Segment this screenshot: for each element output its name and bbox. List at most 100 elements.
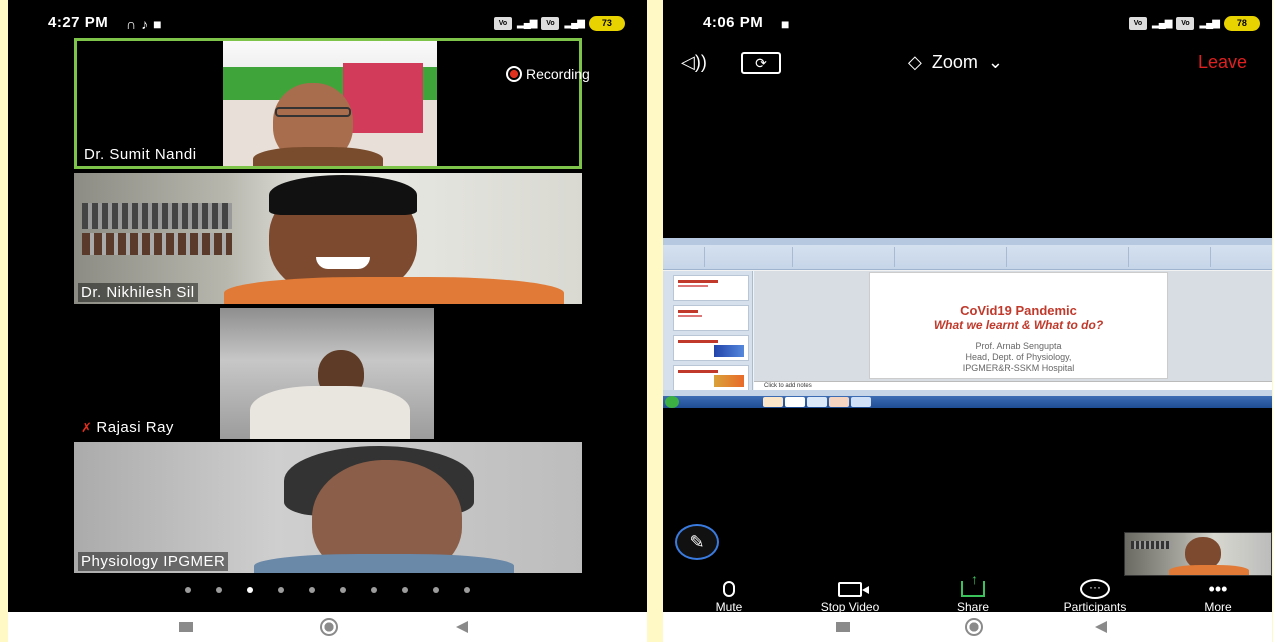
back-button[interactable]	[1081, 612, 1121, 642]
android-nav-bar	[8, 612, 647, 642]
slide-thumbnail	[673, 335, 749, 361]
participants-button[interactable]: ··· Participants	[1043, 578, 1147, 614]
slide-thumbnail	[673, 305, 749, 331]
slide-thumbnail	[673, 365, 749, 391]
status-time: 4:27 PM	[48, 14, 109, 31]
video-tile[interactable]: ✗ Rajasi Ray	[74, 308, 582, 439]
tiktok-icon: ♪	[141, 16, 149, 32]
taskbar-item	[785, 397, 805, 407]
speaker-icon[interactable]: ◁))	[681, 52, 707, 73]
recents-icon	[836, 622, 850, 632]
current-slide: CoVid19 Pandemic What we learnt & What t…	[869, 272, 1168, 379]
participant-video	[223, 41, 437, 166]
recording-icon	[506, 66, 522, 82]
more-button[interactable]: ••• More	[1193, 578, 1243, 615]
video-camera-icon: ■	[781, 16, 790, 32]
video-tile[interactable]: Dr. Nikhilesh Sil	[74, 173, 582, 304]
video-camera-icon	[838, 581, 869, 597]
status-bar: 4:27 PM ∩ ♪ ■ Vo ▂▄▆ Vo ▂▄▆ 73	[8, 10, 647, 36]
recording-indicator: Recording	[506, 66, 590, 82]
slide-hospital: IPGMER&R-SSKM Hospital	[962, 363, 1075, 373]
leave-button[interactable]: Leave	[1198, 52, 1247, 73]
left-phone-screen: 4:27 PM ∩ ♪ ■ Vo ▂▄▆ Vo ▂▄▆ 73 Dr. Sumit…	[8, 0, 647, 642]
meeting-header: ◁)) ⟳ ◇ Zoom ⌄ Leave	[663, 50, 1272, 78]
video-tile[interactable]: Physiology IPGMER	[74, 442, 582, 573]
video-tile[interactable]: Dr. Sumit Nandi	[74, 38, 582, 169]
signal-icon: ▂▄▆	[1199, 18, 1219, 29]
volte-icon: Vo	[1176, 17, 1195, 30]
taskbar-item	[807, 397, 827, 407]
windows-taskbar	[663, 396, 1272, 408]
headphones-icon: ∩	[126, 16, 137, 32]
page-dot[interactable]	[185, 587, 191, 593]
slide-subtitle: What we learnt & What to do?	[933, 318, 1104, 332]
slide-notes: Click to add notes	[754, 381, 1272, 390]
stop-video-button[interactable]: Stop Video	[803, 578, 897, 614]
volte-icon: Vo	[1129, 17, 1147, 30]
share-button[interactable]: ↑ Share	[943, 571, 1003, 614]
participant-name: Physiology IPGMER	[78, 552, 229, 571]
signal-icon: ▂▄▆	[1152, 18, 1172, 29]
app-title: Zoom	[931, 52, 978, 72]
home-icon	[320, 618, 338, 636]
chevron-down-icon: ⌄	[987, 52, 1003, 72]
recents-button[interactable]	[823, 612, 863, 642]
shared-screen: CoVid19 Pandemic What we learnt & What t…	[663, 238, 1272, 408]
taskbar-item	[851, 397, 871, 407]
page-indicator[interactable]	[8, 587, 647, 593]
back-button[interactable]	[442, 612, 482, 642]
slide-thumbnails	[663, 271, 753, 391]
participant-name: Dr. Sumit Nandi	[81, 145, 200, 164]
status-bar: 4:06 PM ■ Vo ▂▄▆ Vo ▂▄▆ 78	[663, 10, 1272, 36]
mute-button[interactable]: Mute	[699, 578, 759, 614]
back-icon	[1095, 621, 1107, 633]
page-dot[interactable]	[464, 587, 470, 593]
slide-thumbnail	[673, 275, 749, 301]
recents-icon	[179, 622, 193, 632]
android-nav-bar	[663, 612, 1272, 642]
page-dot[interactable]	[433, 587, 439, 593]
share-icon: ↑	[961, 571, 985, 597]
participant-video	[220, 308, 434, 439]
video-camera-icon: ■	[153, 16, 162, 32]
self-video-thumbnail[interactable]	[1124, 532, 1272, 576]
signal-icon: ▂▄▆	[517, 18, 537, 29]
volte-icon: Vo	[541, 17, 560, 30]
more-dots-icon: •••	[1208, 578, 1228, 599]
signal-icon: ▂▄▆	[564, 18, 584, 29]
home-button[interactable]	[954, 612, 994, 642]
meeting-info[interactable]: ◇ Zoom ⌄	[908, 52, 1003, 73]
slide-title: CoVid19 Pandemic	[960, 303, 1077, 318]
microphone-icon	[723, 581, 735, 597]
participant-name: ✗ Rajasi Ray	[78, 418, 177, 437]
page-dot[interactable]	[309, 587, 315, 593]
recents-button[interactable]	[166, 612, 206, 642]
annotate-pen-button[interactable]: ✎	[675, 524, 719, 560]
meeting-toolbar: Mute Stop Video ↑ Share ··· Participants…	[663, 571, 1272, 615]
mic-muted-icon: ✗	[81, 420, 93, 435]
page-dot[interactable]	[247, 587, 253, 593]
shield-icon: ◇	[908, 52, 922, 72]
back-icon	[456, 621, 468, 633]
taskbar-item	[763, 397, 783, 407]
participant-name: Dr. Nikhilesh Sil	[78, 283, 198, 302]
slide-author: Prof. Arnab Sengupta	[975, 341, 1062, 351]
slide-canvas: CoVid19 Pandemic What we learnt & What t…	[754, 271, 1272, 381]
page-dot[interactable]	[278, 587, 284, 593]
ppt-ribbon	[663, 238, 1272, 270]
pen-icon: ✎	[689, 532, 705, 552]
home-icon	[965, 618, 983, 636]
right-phone-screen: 4:06 PM ■ Vo ▂▄▆ Vo ▂▄▆ 78 ◁)) ⟳ ◇ Zoom …	[663, 0, 1272, 642]
start-icon	[665, 396, 679, 408]
battery-icon: 73	[588, 16, 625, 31]
page-dot[interactable]	[340, 587, 346, 593]
page-dot[interactable]	[402, 587, 408, 593]
status-time: 4:06 PM	[703, 14, 764, 31]
page-dot[interactable]	[216, 587, 222, 593]
battery-icon: 78	[1223, 16, 1260, 31]
slide-role: Head, Dept. of Physiology,	[965, 352, 1072, 362]
home-button[interactable]	[309, 612, 349, 642]
page-dot[interactable]	[371, 587, 377, 593]
taskbar-item	[829, 397, 849, 407]
switch-camera-icon[interactable]: ⟳	[741, 52, 781, 74]
